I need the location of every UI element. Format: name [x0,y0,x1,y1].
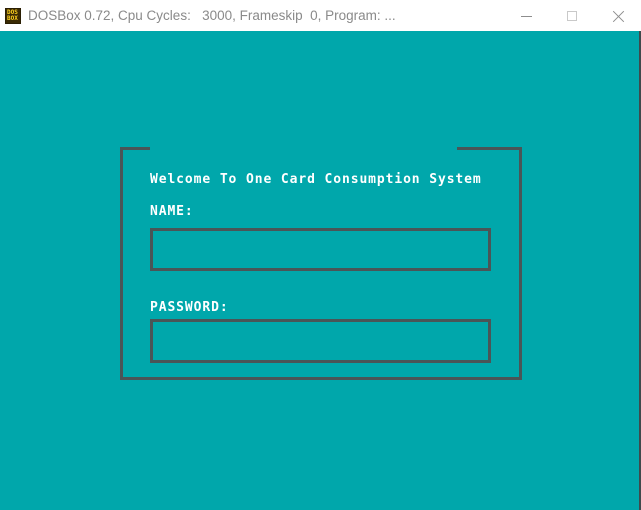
password-label: PASSWORD: [150,300,229,315]
title-bar[interactable]: DOS BOX DOSBox 0.72, Cpu Cycles: 3000, F… [0,0,641,31]
password-input[interactable] [150,319,491,363]
name-label: NAME: [150,204,194,219]
maximize-button[interactable] [549,0,595,31]
minimize-button[interactable] [503,0,549,31]
dosbox-icon: DOS BOX [5,7,21,24]
dosbox-icon-line2: BOX [7,14,18,22]
frame-top-edge-right [457,147,522,150]
close-button[interactable] [595,0,641,31]
window-title: DOSBox 0.72, Cpu Cycles: 3000, Frameskip… [28,8,396,23]
minimize-icon [520,15,532,17]
frame-right-edge [519,147,522,380]
dos-screen: Welcome To One Card Consumption System N… [0,31,641,510]
form-title: Welcome To One Card Consumption System [150,172,482,187]
maximize-icon [567,10,577,21]
frame-top-edge-left [120,147,150,150]
dosbox-window: DOS BOX DOSBox 0.72, Cpu Cycles: 3000, F… [0,0,641,510]
frame-bottom-edge [120,377,522,380]
frame-left-edge [120,147,123,380]
name-input[interactable] [150,228,491,271]
